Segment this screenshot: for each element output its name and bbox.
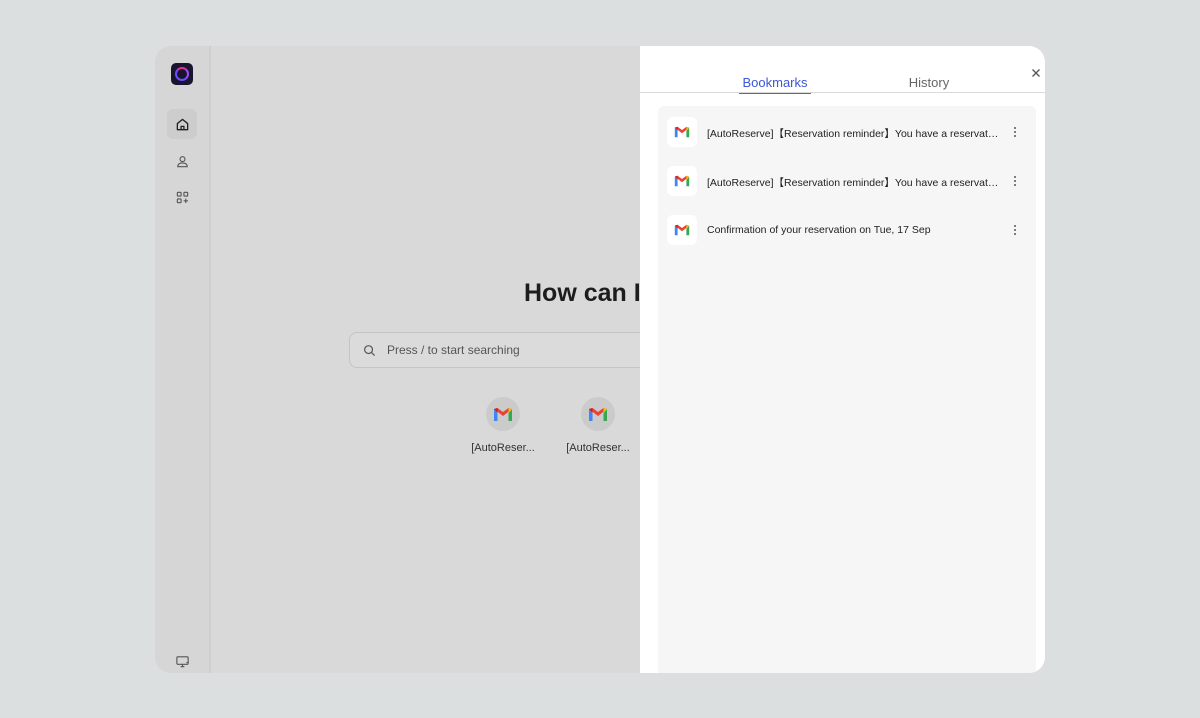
more-options-button[interactable] [1008,223,1022,237]
sidebar-item-profile[interactable] [167,146,197,176]
list-item[interactable]: [AutoReserve]【Reservation reminder】You h… [658,108,1036,152]
shortcut-icon-wrap [486,397,520,431]
home-icon [176,118,188,130]
close-icon[interactable] [1029,66,1043,80]
shortcut-item[interactable]: [AutoReser... [463,397,543,454]
tab-history[interactable]: History [893,75,965,92]
favicon [667,117,697,147]
tab-divider [640,92,1045,93]
kebab-menu-icon [1014,127,1016,137]
favicon [667,215,697,245]
shortcut-icon-wrap [581,397,615,431]
bookmark-title: [AutoReserve]【Reservation reminder】You h… [707,177,999,189]
sidebar-item-display[interactable] [167,646,197,673]
gmail-icon [674,175,690,187]
search-icon [364,345,376,357]
app-logo[interactable] [171,63,193,85]
bookmark-list: [AutoReserve]【Reservation reminder】You h… [658,106,1036,673]
sidebar [155,46,211,673]
favicon [667,166,697,196]
bookmarks-panel: Bookmarks History [AutoReserve]【Reservat… [640,46,1045,673]
bookmark-title: [AutoReserve]【Reservation reminder】You h… [707,128,999,140]
shortcut-item[interactable]: [AutoReser... [558,397,638,454]
user-icon [176,155,188,167]
more-options-button[interactable] [1008,125,1022,139]
more-options-button[interactable] [1008,174,1022,188]
monitor-icon [175,655,189,667]
app-window: How can I help [AutoReser... [155,46,1045,673]
bookmark-title: Confirmation of your reservation on Tue,… [707,224,931,236]
kebab-menu-icon [1014,225,1016,235]
list-item[interactable]: Confirmation of your reservation on Tue,… [658,206,1036,250]
gmail-icon [494,407,512,421]
shortcut-label: [AutoReser... [471,442,535,454]
shortcut-label: [AutoReser... [566,442,630,454]
gmail-icon [589,407,607,421]
sidebar-item-apps[interactable] [167,182,197,212]
kebab-menu-icon [1014,176,1016,186]
sidebar-item-home[interactable] [167,109,197,139]
apps-add-icon [176,191,188,203]
list-item[interactable]: [AutoReserve]【Reservation reminder】You h… [658,157,1036,201]
gmail-icon [674,224,690,236]
gmail-icon [674,126,690,138]
